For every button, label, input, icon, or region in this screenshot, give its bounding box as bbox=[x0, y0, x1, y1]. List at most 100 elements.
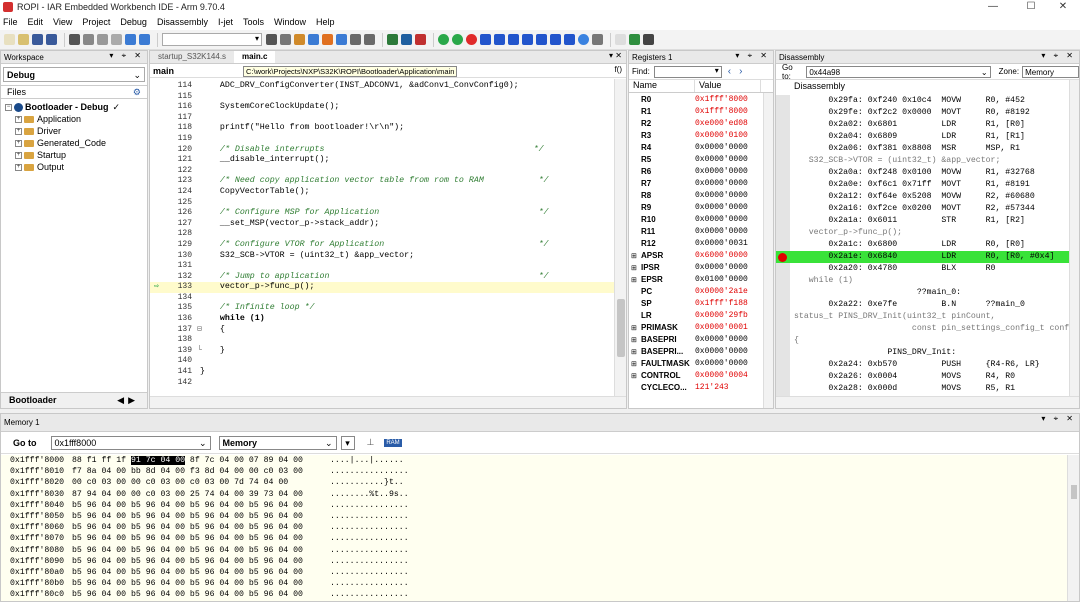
menu-disassembly[interactable]: Disassembly bbox=[157, 17, 208, 27]
memory-row[interactable]: 0x1fff'80c0 b5 96 04 00 b5 96 04 00 b5 96… bbox=[10, 589, 1067, 600]
register-scrollbar[interactable] bbox=[763, 93, 773, 408]
go-icon[interactable] bbox=[564, 34, 575, 45]
reset-icon[interactable] bbox=[480, 34, 491, 45]
minimize-button[interactable]: — bbox=[976, 0, 1010, 14]
memory-row[interactable]: 0x1fff'8020 00 c0 03 00 00 c0 03 00 c0 03… bbox=[10, 477, 1067, 488]
etm-icon[interactable] bbox=[615, 34, 626, 45]
register-row[interactable]: ⊞ FAULTMASK 0x0000'0000 bbox=[629, 357, 773, 369]
config-select[interactable]: Debug ⌄ bbox=[3, 67, 145, 82]
function-name[interactable]: main bbox=[153, 66, 174, 76]
gear-icon[interactable]: ⚙ bbox=[133, 86, 141, 99]
find-next-icon[interactable] bbox=[280, 34, 291, 45]
expand-icon[interactable]: ⊞ bbox=[631, 252, 637, 260]
next-statement-icon[interactable] bbox=[536, 34, 547, 45]
source-line[interactable]: status_t PINS_DRV_Init(uint32_t pinCount… bbox=[776, 311, 1069, 323]
disassembly-line[interactable]: 0x2a04: 0x6809 LDR R1, [R1] bbox=[776, 131, 1069, 143]
compile-icon[interactable] bbox=[387, 34, 398, 45]
bookmark-prev-icon[interactable] bbox=[308, 34, 319, 45]
save-all-icon[interactable] bbox=[46, 34, 57, 45]
register-row[interactable]: R5 0x0000'0000 bbox=[629, 153, 773, 165]
menu-view[interactable]: View bbox=[53, 17, 72, 27]
memory-row[interactable]: 0x1fff'8000 88 f1 ff 1f 91 7c 04 00 8f 7c… bbox=[10, 455, 1067, 466]
memory-row[interactable]: 0x1fff'8090 b5 96 04 00 b5 96 04 00 b5 96… bbox=[10, 556, 1067, 567]
print-icon[interactable] bbox=[69, 34, 80, 45]
editor-vscrollbar[interactable] bbox=[614, 79, 626, 396]
register-row[interactable]: LR 0x0000'29fb bbox=[629, 309, 773, 321]
memory-row[interactable]: 0x1fff'8010 f7 8a 04 00 bb 8d 04 00 f3 8d… bbox=[10, 466, 1067, 477]
register-row[interactable]: R0 0x1fff'8000 bbox=[629, 93, 773, 105]
swo-icon[interactable] bbox=[629, 34, 640, 45]
expand-icon[interactable]: + bbox=[15, 127, 22, 135]
memory-zone-select[interactable]: Memory ⌄ bbox=[218, 435, 337, 450]
scroll-thumb[interactable] bbox=[617, 299, 625, 357]
disassembly-line[interactable]: 0x29fa: 0xf240 0x10c4 MOVW R0, #452 bbox=[776, 95, 1069, 107]
register-row[interactable]: R9 0x0000'0000 bbox=[629, 201, 773, 213]
expand-icon[interactable]: ⊞ bbox=[631, 360, 637, 368]
download-debug-icon[interactable] bbox=[438, 34, 449, 45]
breakpoint-icon[interactable] bbox=[778, 253, 787, 262]
function-scope-icon[interactable]: f() bbox=[614, 65, 622, 74]
tree-folder-driver[interactable]: + Driver bbox=[5, 125, 147, 137]
register-row[interactable]: ⊞ BASEPRI 0x0000'0000 bbox=[629, 333, 773, 345]
expand-icon[interactable]: + bbox=[15, 151, 22, 159]
disassembly-line[interactable]: 0x2a20: 0x4780 BLX R0 bbox=[776, 263, 1069, 275]
disassembly-line[interactable]: 0x2a12: 0xf64e 0x5208 MOVW R2, #60680 bbox=[776, 191, 1069, 203]
panel-buttons[interactable]: ▾ ⌖ ✕ bbox=[109, 51, 144, 61]
stop-debug-icon[interactable] bbox=[466, 34, 477, 45]
disassembly-line[interactable]: 0x2a1e: 0x6840 LDR R0, [R0, #0x4] bbox=[776, 251, 1069, 263]
disassembly-line[interactable]: PINS_DRV_Init: bbox=[776, 347, 1069, 359]
panel-buttons[interactable]: ▾ ⌖ ✕ bbox=[1041, 51, 1076, 61]
register-row[interactable]: R7 0x0000'0000 bbox=[629, 177, 773, 189]
disassembly-line[interactable]: 0x2a22: 0xe7fe B.N ??main_0 bbox=[776, 299, 1069, 311]
menu-edit[interactable]: Edit bbox=[28, 17, 44, 27]
run-to-cursor-icon[interactable] bbox=[550, 34, 561, 45]
make-icon[interactable] bbox=[401, 34, 412, 45]
register-row[interactable]: CYCLECO... 121'243 bbox=[629, 381, 773, 393]
disassembly-line[interactable]: 0x2a16: 0xf2ce 0x0200 MOVT R2, #57344 bbox=[776, 203, 1069, 215]
disassembly-line[interactable]: 0x2a02: 0x6801 LDR R1, [R0] bbox=[776, 119, 1069, 131]
toggle-bookmark-icon[interactable] bbox=[364, 34, 375, 45]
step-out-icon[interactable] bbox=[522, 34, 533, 45]
memory-options-dropdown[interactable]: ▾ bbox=[340, 435, 355, 450]
register-row[interactable]: R8 0x0000'0000 bbox=[629, 189, 773, 201]
col-name[interactable]: Name bbox=[629, 80, 695, 92]
register-row[interactable]: R4 0x0000'0000 bbox=[629, 141, 773, 153]
scroll-thumb[interactable] bbox=[1071, 485, 1077, 499]
disassembly-line[interactable]: 0x2a0a: 0xf248 0x0100 MOVW R1, #32768 bbox=[776, 167, 1069, 179]
disassembly-line[interactable]: 0x29fe: 0xf2c2 0x0000 MOVT R0, #8192 bbox=[776, 107, 1069, 119]
disassembly-line[interactable]: 0x2a06: 0xf381 0x8808 MSR MSP, R1 bbox=[776, 143, 1069, 155]
memory-row[interactable]: 0x1fff'80a0 b5 96 04 00 b5 96 04 00 b5 96… bbox=[10, 567, 1067, 578]
bookmark-next-icon[interactable] bbox=[336, 34, 347, 45]
register-row[interactable]: R10 0x0000'0000 bbox=[629, 213, 773, 225]
tree-folder-startup[interactable]: + Startup bbox=[5, 149, 147, 161]
tab-scroll-arrows[interactable]: ◀▶ bbox=[117, 393, 139, 408]
save-icon[interactable] bbox=[32, 34, 43, 45]
disassembly-line[interactable]: ??main_0: bbox=[776, 287, 1069, 299]
memory-row[interactable]: 0x1fff'8050 b5 96 04 00 b5 96 04 00 b5 96… bbox=[10, 511, 1067, 522]
menu-window[interactable]: Window bbox=[274, 17, 306, 27]
menu-tools[interactable]: Tools bbox=[243, 17, 264, 27]
tab-startup[interactable]: startup_S32K144.s bbox=[150, 51, 234, 63]
redo-icon[interactable] bbox=[139, 34, 150, 45]
trace-icon[interactable] bbox=[643, 34, 654, 45]
tree-folder-generated-code[interactable]: + Generated_Code bbox=[5, 137, 147, 149]
tree-project[interactable]: − Bootloader - Debug ✓ bbox=[5, 101, 147, 113]
find-icon[interactable] bbox=[266, 34, 277, 45]
register-row[interactable]: R2 0xe000'ed08 bbox=[629, 117, 773, 129]
expand-icon[interactable]: ⊞ bbox=[631, 336, 637, 344]
break-icon[interactable] bbox=[578, 34, 589, 45]
menu-project[interactable]: Project bbox=[82, 17, 110, 27]
tab-bootloader[interactable]: Bootloader bbox=[9, 395, 57, 405]
prev-arrow-icon[interactable]: ‹ bbox=[728, 66, 731, 77]
collapse-icon[interactable]: − bbox=[5, 103, 12, 111]
register-row[interactable]: SP 0x1fff'f188 bbox=[629, 297, 773, 309]
expand-icon[interactable]: ⊞ bbox=[631, 324, 637, 332]
editor-hscrollbar[interactable] bbox=[150, 396, 626, 408]
menu-help[interactable]: Help bbox=[316, 17, 335, 27]
register-row[interactable]: PC 0x0000'2a1e bbox=[629, 285, 773, 297]
memory-anchor-icon[interactable]: ⊥ bbox=[367, 437, 375, 448]
reset-target-icon[interactable] bbox=[592, 34, 603, 45]
expand-icon[interactable]: ⊞ bbox=[631, 372, 637, 380]
register-row[interactable]: ⊞ IPSR 0x0000'0000 bbox=[629, 261, 773, 273]
register-row[interactable]: R12 0x0000'0031 bbox=[629, 237, 773, 249]
